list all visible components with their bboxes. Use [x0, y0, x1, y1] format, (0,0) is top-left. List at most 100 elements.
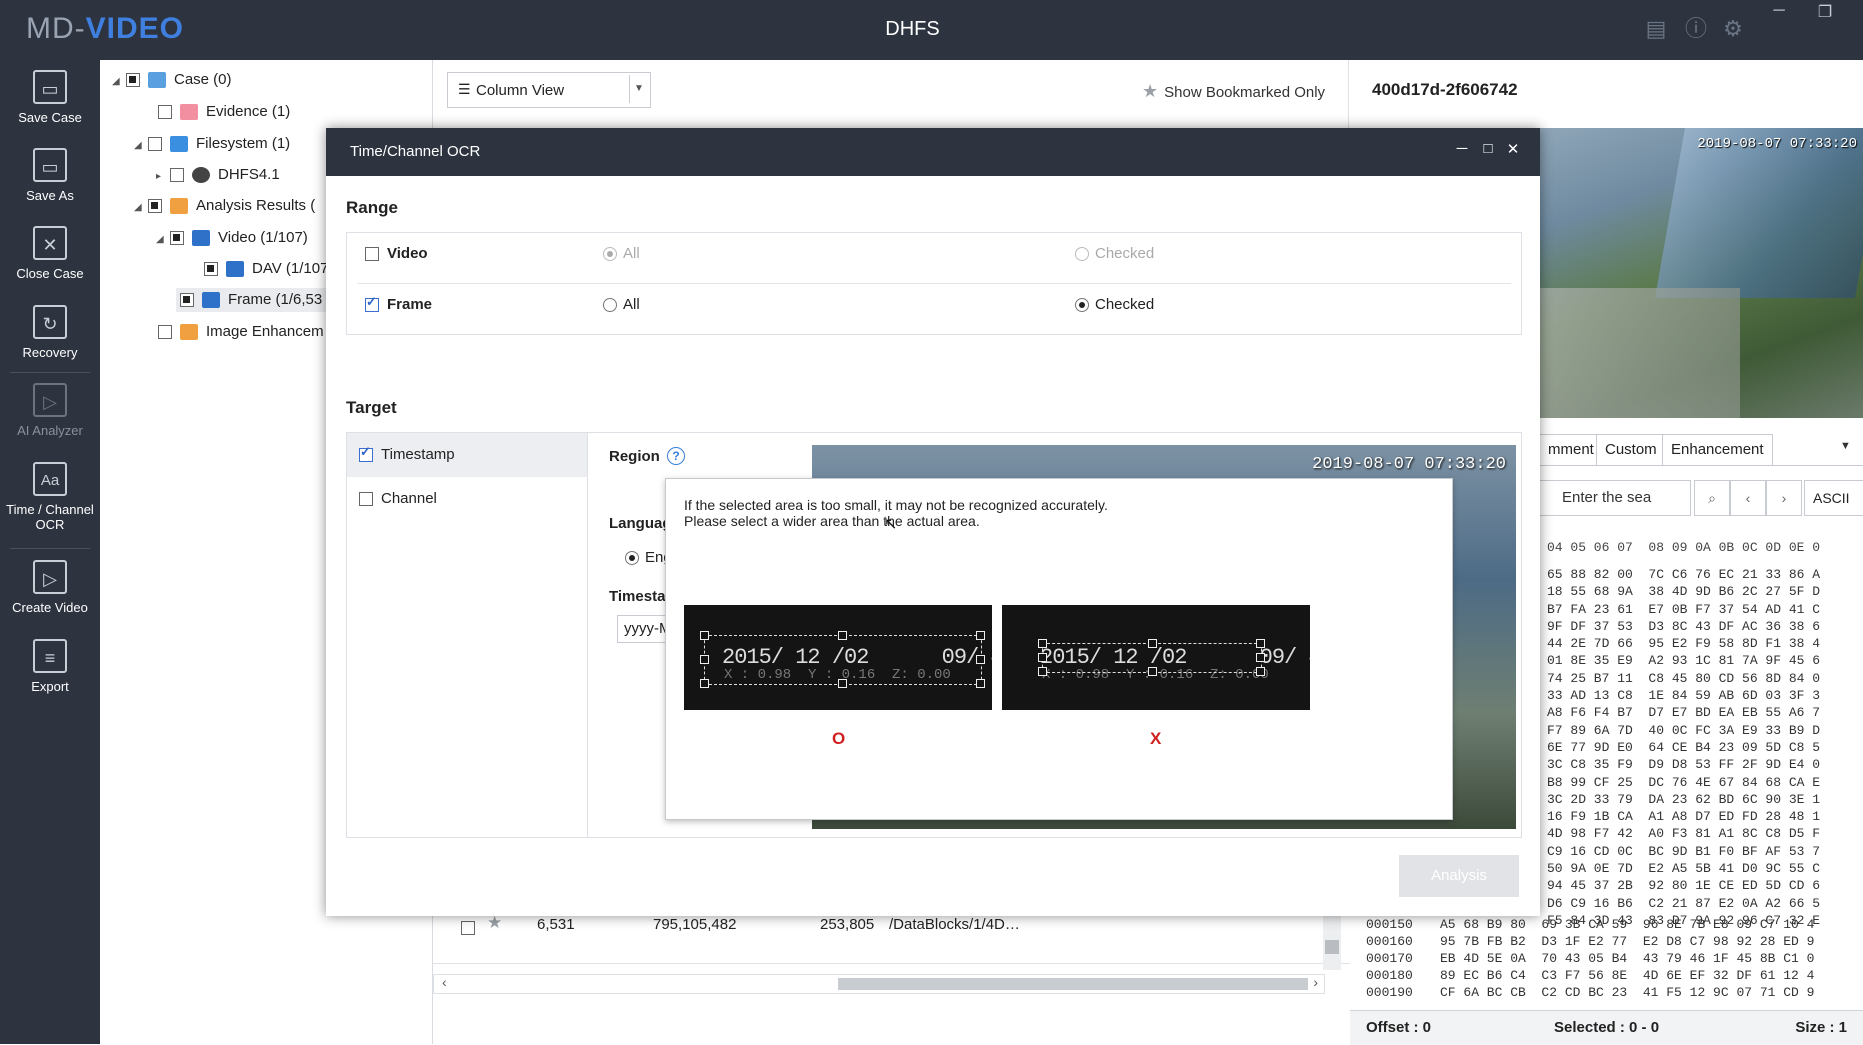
target-heading: Target [346, 398, 397, 417]
tab-dropdown-icon[interactable]: ▼ [1840, 440, 1851, 452]
checkbox[interactable] [126, 73, 140, 88]
checkbox[interactable] [180, 293, 194, 308]
scrollbar-thumb[interactable] [838, 978, 1308, 990]
video-checkbox[interactable]: Video [365, 245, 428, 262]
hex-address: 000190 [1366, 985, 1413, 1000]
scroll-left-icon[interactable]: ‹ [442, 974, 447, 990]
target-list: Timestamp Channel [347, 433, 588, 837]
checkbox[interactable] [148, 137, 162, 152]
restore-icon[interactable]: ❐ [1810, 2, 1840, 22]
hex-address: 000150 [1366, 917, 1413, 932]
hex-row: 16 F9 1B CA A1 A8 D7 ED FD 28 48 1 [1547, 809, 1821, 825]
bookmarked-only-toggle[interactable]: ★ Show Bookmarked Only [1142, 81, 1325, 102]
frame-preview-image: 2019-08-07 07:33:20 [1540, 128, 1863, 418]
ai-analyzer-button[interactable]: ▷ AI Analyzer [0, 383, 100, 438]
column-view-select[interactable]: ☰ Column View ▼ [447, 72, 651, 108]
video-icon [226, 261, 244, 278]
disk-icon [192, 167, 210, 184]
hex-search-input[interactable]: Enter the sea [1540, 480, 1691, 516]
recovery-button[interactable]: ↻ Recovery [0, 305, 100, 360]
enhancement-icon [180, 324, 198, 341]
case-icon [148, 72, 166, 89]
help-icon[interactable]: ⓘ [1683, 16, 1709, 42]
clipboard-icon[interactable]: ▤ [1643, 16, 1669, 42]
checkbox[interactable] [158, 105, 172, 120]
save-as-button[interactable]: ▭ Save As [0, 148, 100, 203]
hex-row: 33 AD 13 C8 1E 84 59 AB 6D 03 3F 3 [1547, 688, 1821, 704]
encoding-select[interactable]: ASCII [1804, 480, 1863, 516]
help-icon[interactable]: ? [667, 447, 685, 465]
tab-enhancement[interactable]: Enhancement [1662, 434, 1773, 466]
hex-address: 000180 [1366, 968, 1413, 983]
search-icon[interactable]: ⌕ [1694, 480, 1730, 516]
column-view-label: Column View [476, 82, 565, 99]
hex-row: 01 8E 35 E9 A2 93 1C 81 7A 9F 45 6 [1547, 653, 1821, 669]
time-channel-ocr-button[interactable]: Aa Time / Channel OCR [0, 462, 100, 532]
frame-checked-radio[interactable]: Checked [1075, 296, 1154, 313]
hex-row: 50 9A 0E 7D E2 A5 5B 41 D0 9C 55 C [1547, 861, 1821, 877]
tree-item-image-enhancement[interactable]: Image Enhancem [158, 320, 324, 344]
save-case-button[interactable]: ▭ Save Case [0, 70, 100, 125]
frame-checkbox[interactable]: Frame [365, 294, 432, 313]
create-video-icon: ▷ [33, 560, 67, 594]
hex-full-row: 000160 95 7B FB B2 D3 1F E2 77 E2 D8 C7 9… [1350, 933, 1814, 950]
video-checked-radio[interactable]: Checked [1075, 245, 1154, 262]
vertical-scrollbar[interactable] [1323, 910, 1341, 970]
hex-row: D6 C9 16 B6 C2 21 87 E2 0A A2 66 5 [1547, 895, 1821, 911]
hex-row: B7 FA 23 61 E7 0B F7 37 54 AD 41 C [1547, 601, 1821, 617]
chevron-down-icon[interactable]: ▼ [629, 75, 648, 103]
dialog-title: Time/Channel OCR [350, 143, 481, 160]
hex-bytes: 89 EC B6 C4 C3 F7 56 8E 4D 6E EF 32 DF 6… [1440, 968, 1815, 983]
star-icon[interactable]: ★ [487, 913, 502, 933]
frame-all-radio[interactable]: All [603, 296, 640, 313]
tree-item-dhfs[interactable]: ▸ DHFS4.1 [156, 163, 280, 187]
analysis-button[interactable]: Analysis [1399, 855, 1519, 897]
scroll-right-icon[interactable]: › [1313, 974, 1318, 990]
table-row[interactable]: ★ 6,531 795,105,482 253,805 /DataBlocks/… [433, 910, 1350, 964]
minimize-icon[interactable]: ─ [1450, 140, 1474, 157]
export-button[interactable]: ≡ Export [0, 639, 100, 694]
tab-custom[interactable]: Custom [1596, 434, 1666, 466]
hex-address: 000170 [1366, 951, 1413, 966]
evidence-icon [180, 104, 198, 121]
tree-item-case[interactable]: ◢ Case (0) [112, 68, 232, 92]
create-video-button[interactable]: ▷ Create Video [0, 560, 100, 615]
checkbox[interactable] [204, 262, 218, 277]
tree-item-video[interactable]: ◢ Video (1/107) [156, 226, 308, 250]
target-item-timestamp[interactable]: Timestamp [347, 433, 587, 477]
checkbox[interactable] [170, 231, 184, 246]
dialog-title-bar: Time/Channel OCR ─ □ ✕ [326, 128, 1540, 176]
viewer-tabs: mment Custom Enhancement ▼ [1540, 434, 1863, 466]
gear-icon[interactable]: ⚙ [1720, 16, 1746, 42]
hex-full-row: 000190 CF 6A BC CB C2 CD BC 23 41 F5 12 9… [1350, 984, 1814, 1001]
tree-item-dav[interactable]: DAV (1/107 [204, 257, 328, 281]
horizontal-scrollbar[interactable]: ‹ › [433, 974, 1325, 994]
save-icon: ▭ [33, 70, 67, 104]
row-checkbox[interactable] [461, 921, 475, 936]
filesystem-icon [170, 136, 188, 153]
hex-row: 3C 2D 33 79 DA 23 62 BD 6C 90 3E 1 [1547, 791, 1821, 807]
checkbox[interactable] [148, 199, 162, 214]
table-cell: 6,531 [537, 916, 575, 933]
target-item-channel[interactable]: Channel [359, 490, 437, 507]
minimize-icon[interactable]: ─ [1764, 2, 1794, 20]
export-icon: ≡ [33, 639, 67, 673]
hex-bytes: A5 68 B9 80 69 3B CA 59 96 8E 7B E8 09 C… [1440, 917, 1815, 932]
tab-comment[interactable]: mment [1540, 434, 1603, 466]
checkbox[interactable] [158, 325, 172, 340]
offset-readout: Offset : 0 [1366, 1019, 1432, 1036]
video-all-radio[interactable]: All [603, 245, 640, 262]
close-icon[interactable]: ✕ [1501, 140, 1525, 158]
close-case-icon: ✕ [33, 226, 67, 260]
hex-row: 4D 98 F7 42 A0 F3 81 A1 8C C8 D5 F [1547, 826, 1821, 842]
previous-icon[interactable]: ‹ [1730, 480, 1766, 516]
checkbox[interactable] [170, 168, 184, 183]
next-icon[interactable]: › [1766, 480, 1802, 516]
close-case-button[interactable]: ✕ Close Case [0, 226, 100, 281]
popup-text-line2: Please select a wider area than the actu… [684, 513, 980, 529]
tree-item-filesystem[interactable]: ◢ Filesystem (1) [134, 132, 290, 156]
maximize-icon[interactable]: □ [1476, 140, 1500, 157]
tree-item-evidence[interactable]: Evidence (1) [158, 100, 290, 124]
hex-row: A8 F6 F4 B7 D7 E7 BD EA EB 55 A6 7 [1547, 705, 1821, 721]
tree-item-analysis[interactable]: ◢ Analysis Results ( [134, 194, 315, 218]
